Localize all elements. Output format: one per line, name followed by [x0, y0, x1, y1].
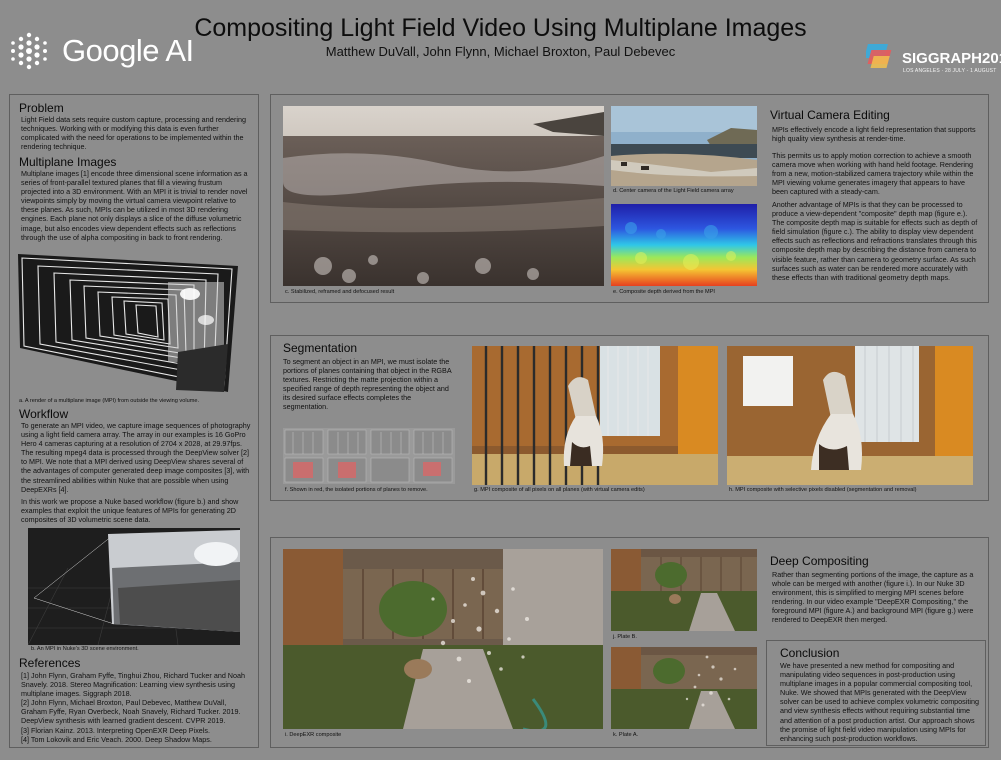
caption-b: b. An MPI in Nuke's 3D scene environment…: [31, 646, 139, 652]
segmentation-text: To segment an object in an MPI, we must …: [283, 357, 452, 412]
caption-k: k. Plate A.: [613, 732, 639, 738]
multiplane-heading: Multiplane Images: [19, 155, 117, 169]
conference-dates: LOS ANGELES · 28 JULY - 1 AUGUST: [903, 68, 997, 74]
reference-item: [2] John Flynn, Michael Broxton, Paul De…: [21, 698, 241, 726]
reference-item: [4] Tom Lokovik and Eric Veach. 2000. De…: [21, 734, 212, 744]
deep-compositing-text: Rather than segmenting portions of the i…: [772, 570, 974, 625]
caption-h: h. MPI composite with selective pixels d…: [729, 487, 917, 493]
figure-f-plane-thumbnails: [283, 428, 455, 484]
caption-j: j. Plate B.: [613, 634, 637, 640]
deep-compositing-heading: Deep Compositing: [770, 554, 869, 568]
figure-b-nuke-scene: [28, 528, 240, 645]
caption-a: a. A render of a multiplane image (MPI) …: [19, 398, 200, 404]
segmentation-heading: Segmentation: [283, 341, 358, 355]
references-list: [1] John Flynn, Graham Fyffe, Tinghui Zh…: [21, 671, 253, 744]
caption-d: d. Center camera of the Light Field came…: [613, 188, 734, 194]
figure-a-mpi-render: [18, 252, 248, 397]
problem-text: Light Field data sets require custom cap…: [21, 115, 246, 152]
workflow-text-2: In this work we propose a Nuke based wor…: [21, 497, 239, 525]
caption-e: e. Composite depth derived from the MPI: [613, 289, 715, 295]
references-heading: References: [19, 656, 81, 670]
figure-h-segmented-composite: [727, 346, 973, 485]
figure-e-composite-depth: [611, 204, 757, 286]
conclusion-text: We have presented a new method for compo…: [780, 661, 979, 743]
virtual-camera-text-2: This permits us to apply motion correcti…: [772, 151, 974, 197]
caption-g: g. MPI composite of all pixels on all pl…: [474, 487, 645, 493]
workflow-heading: Workflow: [19, 407, 69, 421]
figure-g-mpi-composite: [472, 346, 718, 485]
caption-f: f. Shown in red, the isolated portions o…: [285, 487, 428, 493]
figure-c-defocused-beach: [283, 106, 604, 286]
poster-authors: Matthew DuVall, John Flynn, Michael Brox…: [325, 44, 676, 59]
caption-c: c. Stabilized, reframed and defocused re…: [285, 289, 395, 295]
figure-k-plate-a: [611, 647, 757, 729]
reference-item: [1] John Flynn, Graham Fyffe, Tinghui Zh…: [21, 671, 245, 699]
virtual-camera-text-1: MPIs effectively encode a light field re…: [772, 125, 976, 144]
siggraph-emblem-icon: [866, 44, 892, 68]
problem-heading: Problem: [19, 101, 64, 115]
workflow-text-1: To generate an MPI video, we capture ima…: [21, 421, 251, 494]
reference-item: [3] Florian Kainz. 2013. Interpreting Op…: [21, 725, 210, 735]
virtual-camera-heading: Virtual Camera Editing: [770, 108, 890, 122]
conclusion-heading: Conclusion: [780, 646, 840, 660]
figure-d-center-camera: [611, 106, 757, 186]
multiplane-text: Multiplane images [1] encode three dimen…: [21, 169, 248, 242]
figure-i-deepexr-composite: [283, 549, 603, 729]
siggraph-logo: SIGGRAPH2019 LOS ANGELES · 28 JULY - 1 A…: [866, 38, 1001, 82]
figure-j-plate-b: [611, 549, 757, 631]
virtual-camera-text-3: Another advantage of MPIs is that they c…: [772, 200, 978, 282]
conference-name: SIGGRAPH2019: [902, 50, 1001, 67]
caption-i: i. DeepEXR composite: [285, 732, 342, 738]
poster-title: Compositing Light Field Video Using Mult…: [194, 14, 807, 42]
